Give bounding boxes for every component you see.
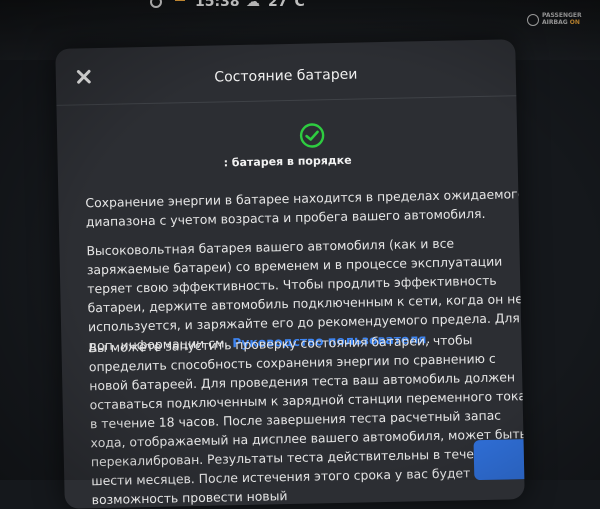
airbag-label-line2: AIRBAG <box>542 19 568 26</box>
battery-status-text: : батарея в порядке <box>223 153 352 170</box>
outside-temperature: 27°C <box>268 0 305 10</box>
primary-action-button[interactable] <box>473 438 525 481</box>
airbag-label-line1: PASSENGER <box>542 12 582 19</box>
airbag-label: PASSENGER AIRBAG ON <box>542 12 582 26</box>
lock-status-icon <box>175 0 185 1</box>
clock: 15:38 <box>195 0 240 10</box>
airbag-state: ON <box>569 19 580 26</box>
airbag-icon <box>527 14 539 26</box>
energy-retention-paragraph: Сохранение энергии в батарее находится в… <box>85 186 525 230</box>
passenger-airbag-indicator: PASSENGER AIRBAG ON <box>527 12 587 34</box>
header-divider <box>56 95 517 106</box>
weather-cloud-icon: ☁ <box>246 0 260 10</box>
dialog-title: Состояние батареи <box>214 66 358 86</box>
battery-test-paragraph: Вы можете запустить проверку состояния б… <box>88 332 525 508</box>
battery-health-dialog: Состояние батареи : батарея в порядке Со… <box>55 39 525 509</box>
check-circle-icon <box>299 123 325 148</box>
